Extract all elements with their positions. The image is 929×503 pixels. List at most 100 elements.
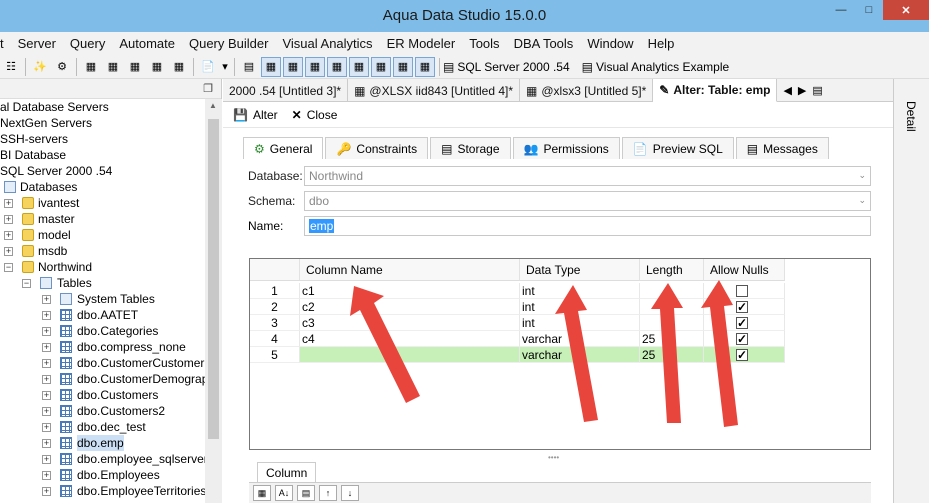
cell-data-type[interactable]: int: [520, 283, 640, 299]
cell-data-type[interactable]: varchar: [520, 331, 640, 347]
collapse-icon[interactable]: −: [22, 279, 31, 288]
column-icon[interactable]: ▤: [297, 485, 315, 501]
expand-icon[interactable]: +: [42, 455, 51, 464]
cell-length[interactable]: [640, 283, 704, 299]
move-up-icon[interactable]: ↑: [319, 485, 337, 501]
detail-tab[interactable]: Detail: [904, 101, 918, 132]
splitter-grip[interactable]: ••••: [548, 453, 559, 462]
expand-icon[interactable]: +: [42, 391, 51, 400]
tree-item[interactable]: SSH-servers: [0, 131, 205, 147]
cell-length[interactable]: [640, 299, 704, 315]
expand-icon[interactable]: +: [4, 247, 13, 256]
grid-view-icon[interactable]: ▦: [253, 485, 271, 501]
minimize-button[interactable]: —: [827, 0, 855, 20]
cell-data-type[interactable]: int: [520, 315, 640, 331]
menu-window[interactable]: Window: [580, 36, 640, 51]
compare-icon[interactable]: ▦: [125, 57, 145, 77]
cell-column-name[interactable]: c4: [300, 331, 520, 347]
scrollbar-thumb[interactable]: [208, 119, 219, 439]
close-window-button[interactable]: ✕: [883, 0, 929, 20]
tab-alter-table-emp[interactable]: ✎ Alter: Table: emp: [653, 79, 778, 102]
cell-length[interactable]: [640, 315, 704, 331]
query-search-icon[interactable]: ▦: [103, 57, 123, 77]
query-icon[interactable]: ▦: [81, 57, 101, 77]
expand-icon[interactable]: +: [42, 375, 51, 384]
cell-column-name[interactable]: c1: [300, 283, 520, 299]
tree-item[interactable]: + msdb: [0, 243, 205, 259]
tab-storage[interactable]: ▤ Storage: [430, 137, 511, 159]
tree-item[interactable]: + System Tables: [0, 291, 205, 307]
header-allow-nulls[interactable]: Allow Nulls: [704, 259, 785, 281]
layout-4-icon[interactable]: ▦: [327, 56, 347, 77]
alter-button[interactable]: 💾 Alter: [233, 108, 278, 122]
tree-item[interactable]: + dbo.Customers2: [0, 403, 205, 419]
header-length[interactable]: Length: [640, 259, 704, 281]
menu-dba-tools[interactable]: DBA Tools: [507, 36, 581, 51]
close-button[interactable]: ✕ Close: [292, 108, 338, 122]
schema-icon[interactable]: ▦: [147, 57, 167, 77]
expand-icon[interactable]: +: [42, 327, 51, 336]
tree-item[interactable]: + master: [0, 211, 205, 227]
menu-query[interactable]: Query: [63, 36, 112, 51]
cell-column-name[interactable]: c3: [300, 315, 520, 331]
expand-icon[interactable]: +: [42, 343, 51, 352]
name-input[interactable]: emp: [304, 216, 871, 236]
tab-preview-sql[interactable]: 📄 Preview SQL: [621, 137, 734, 159]
tree-item[interactable]: + dbo.dec_test: [0, 419, 205, 435]
layout-1-icon[interactable]: ▦: [261, 56, 281, 77]
database-select[interactable]: Northwind ⌄: [304, 166, 871, 186]
connect-icon[interactable]: ⚙: [52, 57, 72, 77]
tab-permissions[interactable]: 👥 Permissions: [512, 137, 620, 159]
tab-messages[interactable]: ▤ Messages: [735, 137, 829, 159]
copy-icon[interactable]: ▤: [239, 57, 259, 77]
maximize-button[interactable]: □: [855, 0, 883, 20]
cell-length[interactable]: 25: [640, 347, 704, 363]
menu-tools[interactable]: Tools: [462, 36, 506, 51]
tree-item[interactable]: + dbo.Customers: [0, 387, 205, 403]
menu-help[interactable]: Help: [641, 36, 682, 51]
allow-nulls-checkbox[interactable]: ✓: [736, 349, 748, 361]
cell-data-type[interactable]: varchar: [520, 347, 640, 363]
expand-icon[interactable]: +: [42, 471, 51, 480]
menu-server[interactable]: Server: [11, 36, 63, 51]
server-shortcut[interactable]: ▤ SQL Server 2000 .54: [443, 60, 570, 74]
expand-icon[interactable]: +: [42, 439, 51, 448]
expand-icon[interactable]: +: [42, 407, 51, 416]
wand-icon[interactable]: ✨: [30, 57, 50, 77]
tree-item[interactable]: + dbo.AATET: [0, 307, 205, 323]
scroll-up-icon[interactable]: ▲: [209, 101, 217, 110]
dropdown-arrow-icon[interactable]: ▾: [220, 57, 230, 77]
va-shortcut[interactable]: ▤ Visual Analytics Example: [582, 60, 730, 74]
tree-item[interactable]: BI Database: [0, 147, 205, 163]
tree-item[interactable]: + dbo.CustomerDemographi: [0, 371, 205, 387]
allow-nulls-checkbox[interactable]: [736, 285, 748, 297]
tab-untitled-3[interactable]: 2000 .54 [Untitled 3]*: [223, 79, 349, 102]
table-row[interactable]: 4 c4 varchar 25 ✓: [250, 331, 785, 347]
restore-pane-icon[interactable]: ❐: [203, 82, 213, 95]
tab-next-icon[interactable]: ▶: [798, 84, 806, 97]
layout-3-icon[interactable]: ▦: [305, 56, 325, 77]
tab-list-icon[interactable]: ▤: [812, 84, 822, 97]
tree-item[interactable]: + dbo.EmployeeTerritories: [0, 483, 205, 499]
document-icon[interactable]: 📄: [198, 57, 218, 77]
expand-icon[interactable]: +: [42, 423, 51, 432]
menu-query-builder[interactable]: Query Builder: [182, 36, 275, 51]
collapse-icon[interactable]: −: [4, 263, 13, 272]
expand-icon[interactable]: +: [4, 231, 13, 240]
tab-general[interactable]: ⚙ General: [243, 137, 324, 159]
tab-untitled-5[interactable]: ▦ @xlsx3 [Untitled 5]*: [520, 79, 654, 102]
tree-item[interactable]: NextGen Servers: [0, 115, 205, 131]
expand-icon[interactable]: +: [42, 487, 51, 496]
tree-item[interactable]: SQL Server 2000 .54: [0, 163, 205, 179]
layout-7-icon[interactable]: ▦: [393, 56, 413, 77]
tab-prev-icon[interactable]: ◀: [783, 84, 791, 97]
layout-2-icon[interactable]: ▦: [283, 56, 303, 77]
tree-item[interactable]: + dbo.CustomerCustomerDe: [0, 355, 205, 371]
cell-length[interactable]: 25: [640, 331, 704, 347]
tree-item[interactable]: + dbo.Categories: [0, 323, 205, 339]
tree-item-selected[interactable]: + dbo.emp: [0, 435, 205, 451]
tree-item[interactable]: + ivantest: [0, 195, 205, 211]
table-row[interactable]: 1 c1 int: [250, 283, 785, 299]
tree-scrollbar[interactable]: ▲: [205, 99, 222, 503]
tree-item[interactable]: − Tables: [0, 275, 205, 291]
